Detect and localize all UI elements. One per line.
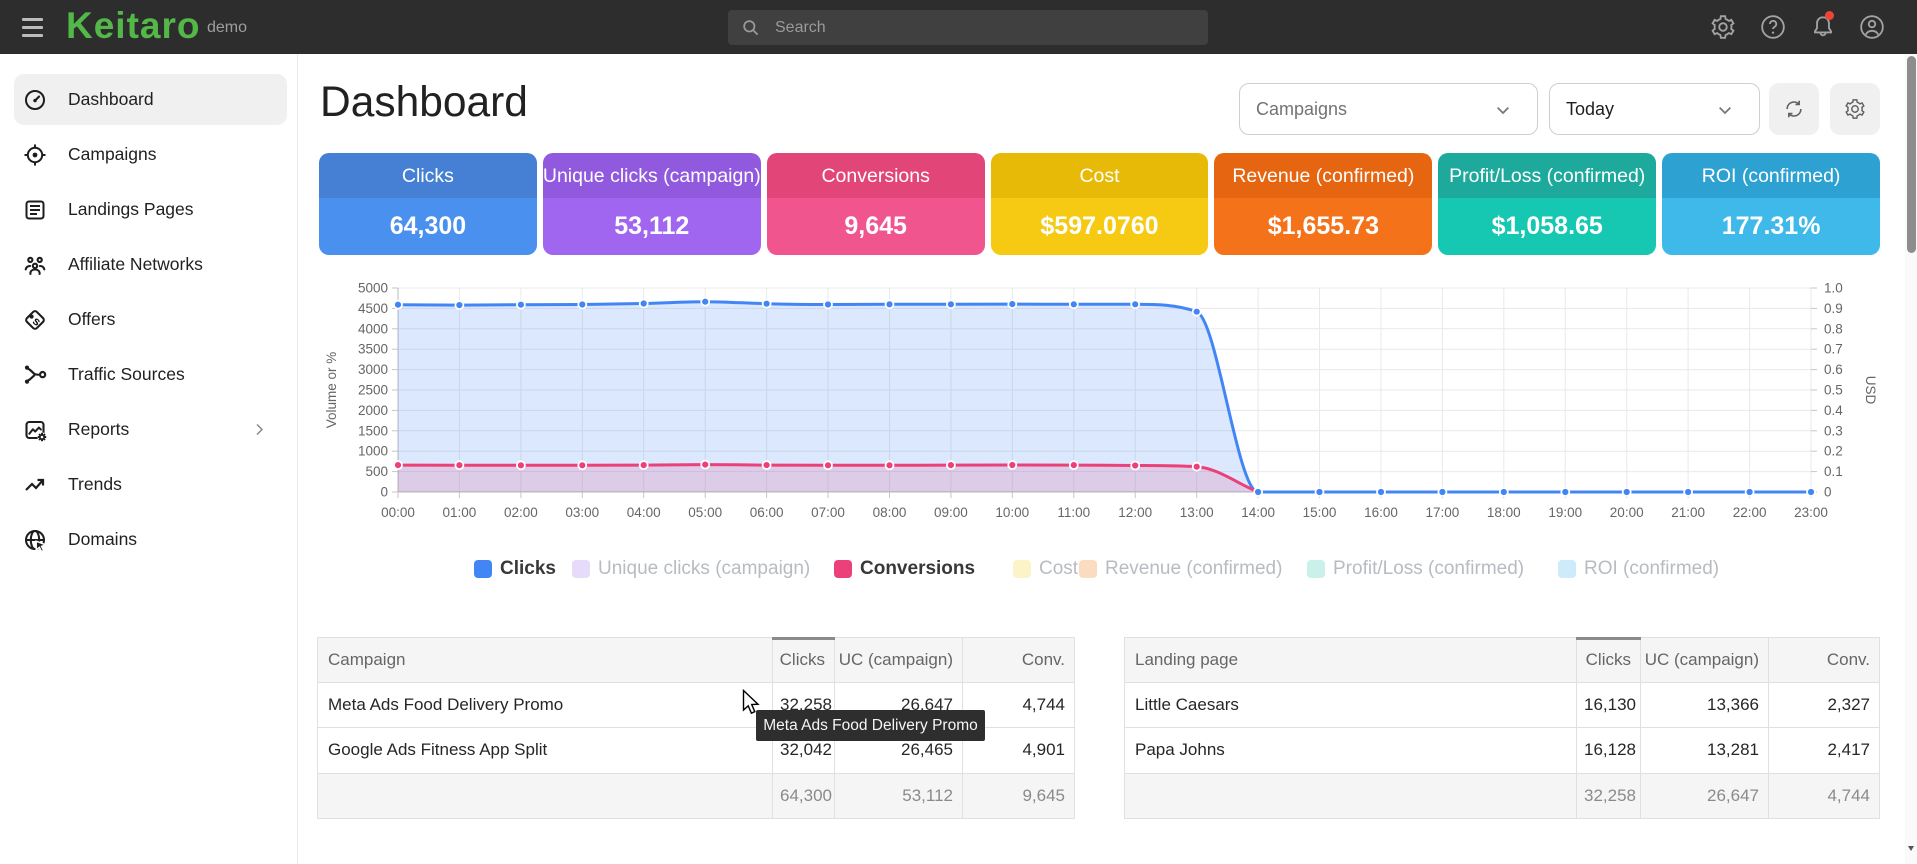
svg-text:13:00: 13:00 — [1180, 505, 1214, 520]
svg-text:3500: 3500 — [358, 342, 388, 357]
svg-text:4500: 4500 — [358, 301, 388, 316]
svg-text:11:00: 11:00 — [1057, 505, 1090, 520]
svg-text:500: 500 — [365, 464, 388, 479]
svg-text:1000: 1000 — [358, 444, 388, 459]
svg-text:18:00: 18:00 — [1487, 505, 1521, 520]
svg-text:0.7: 0.7 — [1824, 342, 1843, 357]
svg-text:17:00: 17:00 — [1426, 505, 1460, 520]
svg-text:05:00: 05:00 — [688, 505, 722, 520]
svg-text:0.8: 0.8 — [1824, 321, 1843, 336]
svg-text:USD: USD — [1863, 376, 1878, 405]
svg-text:0.2: 0.2 — [1824, 444, 1843, 459]
svg-text:14:00: 14:00 — [1241, 505, 1275, 520]
svg-text:0.4: 0.4 — [1824, 403, 1843, 418]
svg-text:3000: 3000 — [358, 362, 388, 377]
svg-text:0.3: 0.3 — [1824, 423, 1843, 438]
svg-text:0: 0 — [1824, 485, 1832, 500]
svg-text:2500: 2500 — [358, 383, 388, 398]
svg-text:1500: 1500 — [358, 423, 388, 438]
svg-text:23:00: 23:00 — [1794, 505, 1828, 520]
svg-text:09:00: 09:00 — [934, 505, 968, 520]
svg-text:1.0: 1.0 — [1824, 281, 1843, 296]
svg-text:15:00: 15:00 — [1303, 505, 1337, 520]
svg-text:0.6: 0.6 — [1824, 362, 1843, 377]
svg-text:2000: 2000 — [358, 403, 388, 418]
svg-text:0.5: 0.5 — [1824, 383, 1843, 398]
svg-text:16:00: 16:00 — [1364, 505, 1398, 520]
svg-text:4000: 4000 — [358, 321, 388, 336]
svg-text:08:00: 08:00 — [873, 505, 907, 520]
svg-text:04:00: 04:00 — [627, 505, 661, 520]
svg-text:10:00: 10:00 — [995, 505, 1029, 520]
svg-text:19:00: 19:00 — [1548, 505, 1582, 520]
svg-text:02:00: 02:00 — [504, 505, 538, 520]
svg-text:20:00: 20:00 — [1610, 505, 1644, 520]
svg-text:0.9: 0.9 — [1824, 301, 1843, 316]
svg-text:00:00: 00:00 — [381, 505, 415, 520]
svg-text:12:00: 12:00 — [1118, 505, 1152, 520]
svg-text:0: 0 — [380, 485, 388, 500]
svg-text:07:00: 07:00 — [811, 505, 845, 520]
svg-text:06:00: 06:00 — [750, 505, 784, 520]
svg-text:0.1: 0.1 — [1824, 464, 1843, 479]
svg-text:5000: 5000 — [358, 281, 388, 296]
svg-text:01:00: 01:00 — [443, 505, 477, 520]
svg-text:22:00: 22:00 — [1733, 505, 1767, 520]
svg-text:21:00: 21:00 — [1671, 505, 1705, 520]
svg-text:03:00: 03:00 — [565, 505, 599, 520]
svg-text:Volume or %: Volume or % — [324, 352, 339, 429]
